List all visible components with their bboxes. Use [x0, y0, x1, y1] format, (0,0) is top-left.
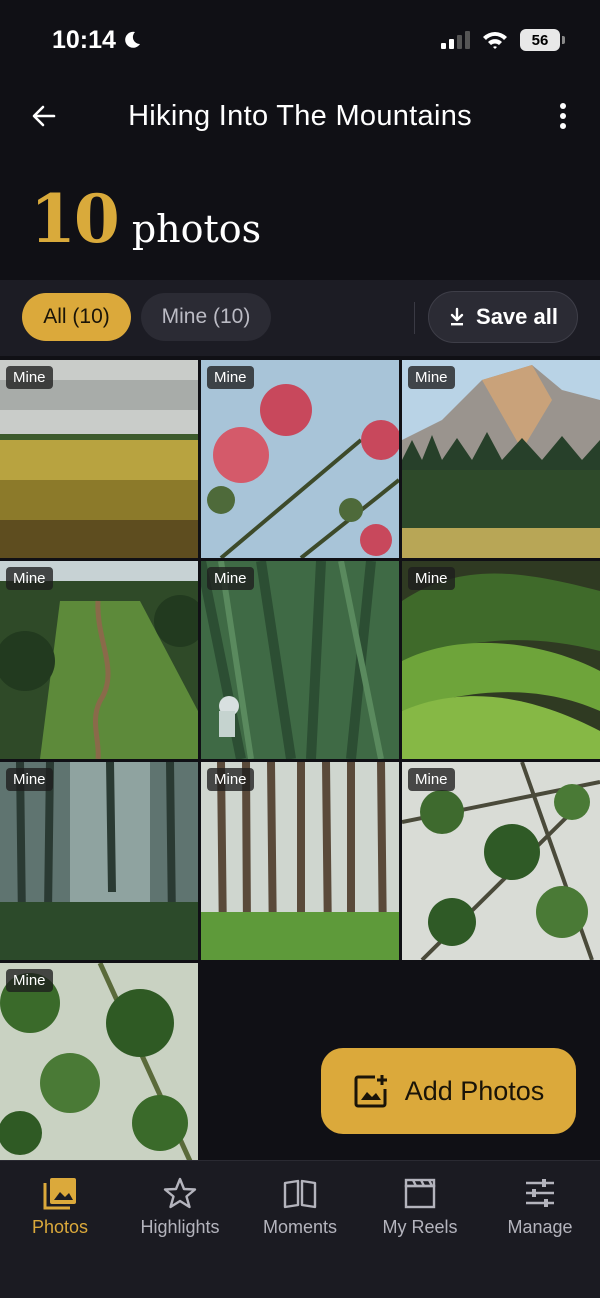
battery-icon: 56 [520, 29, 565, 51]
bamboo-leaves-image [0, 963, 198, 1161]
photo-tile[interactable]: Mine [0, 963, 198, 1161]
app-header: Hiking Into The Mountains [0, 84, 600, 148]
clock-time: 10:14 [52, 25, 116, 54]
forest-hiker-image [201, 561, 399, 759]
mine-badge: Mine [207, 366, 254, 389]
filter-divider [414, 302, 415, 334]
photo-tile[interactable]: Mine [201, 360, 399, 558]
nav-my-reels-label: My Reels [382, 1217, 458, 1237]
more-vertical-icon[interactable] [548, 98, 578, 134]
photo-tile[interactable]: Mine [0, 762, 198, 960]
add-photo-icon [354, 1075, 387, 1108]
filter-bar: All (10) Mine (10) Save all [0, 280, 600, 356]
photo-tile[interactable]: Mine [402, 762, 600, 960]
cellular-signal-icon [441, 31, 470, 49]
ridge-trail-image [0, 561, 198, 759]
mine-badge: Mine [6, 969, 53, 992]
save-all-button[interactable]: Save all [428, 291, 578, 343]
save-all-label: Save all [476, 304, 558, 329]
photo-tile[interactable]: Mine [201, 762, 399, 960]
leafy-branches-image [402, 762, 600, 960]
nav-moments[interactable]: Moments [240, 1175, 360, 1238]
nav-my-reels[interactable]: My Reels [360, 1175, 480, 1238]
mine-badge: Mine [6, 366, 53, 389]
wifi-icon [483, 32, 507, 49]
mine-badge: Mine [408, 366, 455, 389]
mine-badge: Mine [207, 567, 254, 590]
nav-manage[interactable]: Manage [480, 1175, 600, 1238]
photo-tile[interactable]: Mine [0, 561, 198, 759]
nav-moments-label: Moments [262, 1217, 338, 1237]
page-title: Hiking Into The Mountains [128, 100, 472, 132]
photo-count-label: photos [131, 207, 262, 251]
bottom-nav: Photos Highlights Moments My Reels Manag… [0, 1160, 600, 1298]
photo-count: 10 photos [30, 180, 261, 258]
nav-photos-label: Photos [31, 1217, 89, 1237]
download-icon [450, 307, 464, 326]
misty-forest-image [0, 762, 198, 960]
nav-photos[interactable]: Photos [0, 1175, 120, 1238]
wheat-field-image [0, 360, 198, 558]
mine-badge: Mine [6, 768, 53, 791]
sliders-icon [526, 1179, 554, 1207]
mine-badge: Mine [207, 768, 254, 791]
photo-tile[interactable]: Mine [0, 360, 198, 558]
mine-badge: Mine [408, 567, 455, 590]
mountain-meadow-image [402, 360, 600, 558]
filter-all-chip[interactable]: All (10) [22, 293, 131, 341]
mine-badge: Mine [6, 567, 53, 590]
filter-mine-chip[interactable]: Mine (10) [141, 293, 271, 341]
photo-count-number: 10 [30, 180, 120, 258]
battery-level: 56 [531, 31, 549, 49]
add-photos-label: Add Photos [404, 1075, 545, 1106]
star-icon [163, 1177, 197, 1209]
add-photos-button[interactable]: Add Photos [321, 1048, 576, 1134]
photo-tile[interactable]: Mine [402, 561, 600, 759]
photo-grid: Mine Mine Mine Mine Mine Mine Mine Mine … [0, 360, 600, 1161]
nav-highlights[interactable]: Highlights [120, 1175, 240, 1238]
status-bar: 10:14 56 [0, 0, 600, 80]
photo-tile[interactable]: Mine [201, 561, 399, 759]
green-hills-image [402, 561, 600, 759]
nav-manage-label: Manage [507, 1217, 573, 1237]
clock: 10:14 [52, 26, 142, 55]
status-icons: 56 [441, 29, 565, 51]
photo-tile[interactable]: Mine [402, 360, 600, 558]
mine-badge: Mine [408, 768, 455, 791]
clapper-icon [404, 1178, 436, 1209]
pine-trunks-image [201, 762, 399, 960]
nav-highlights-label: Highlights [140, 1217, 220, 1237]
book-icon [283, 1179, 317, 1209]
pink-flowers-image [201, 360, 399, 558]
photos-icon [43, 1178, 76, 1210]
moon-icon [125, 31, 140, 48]
